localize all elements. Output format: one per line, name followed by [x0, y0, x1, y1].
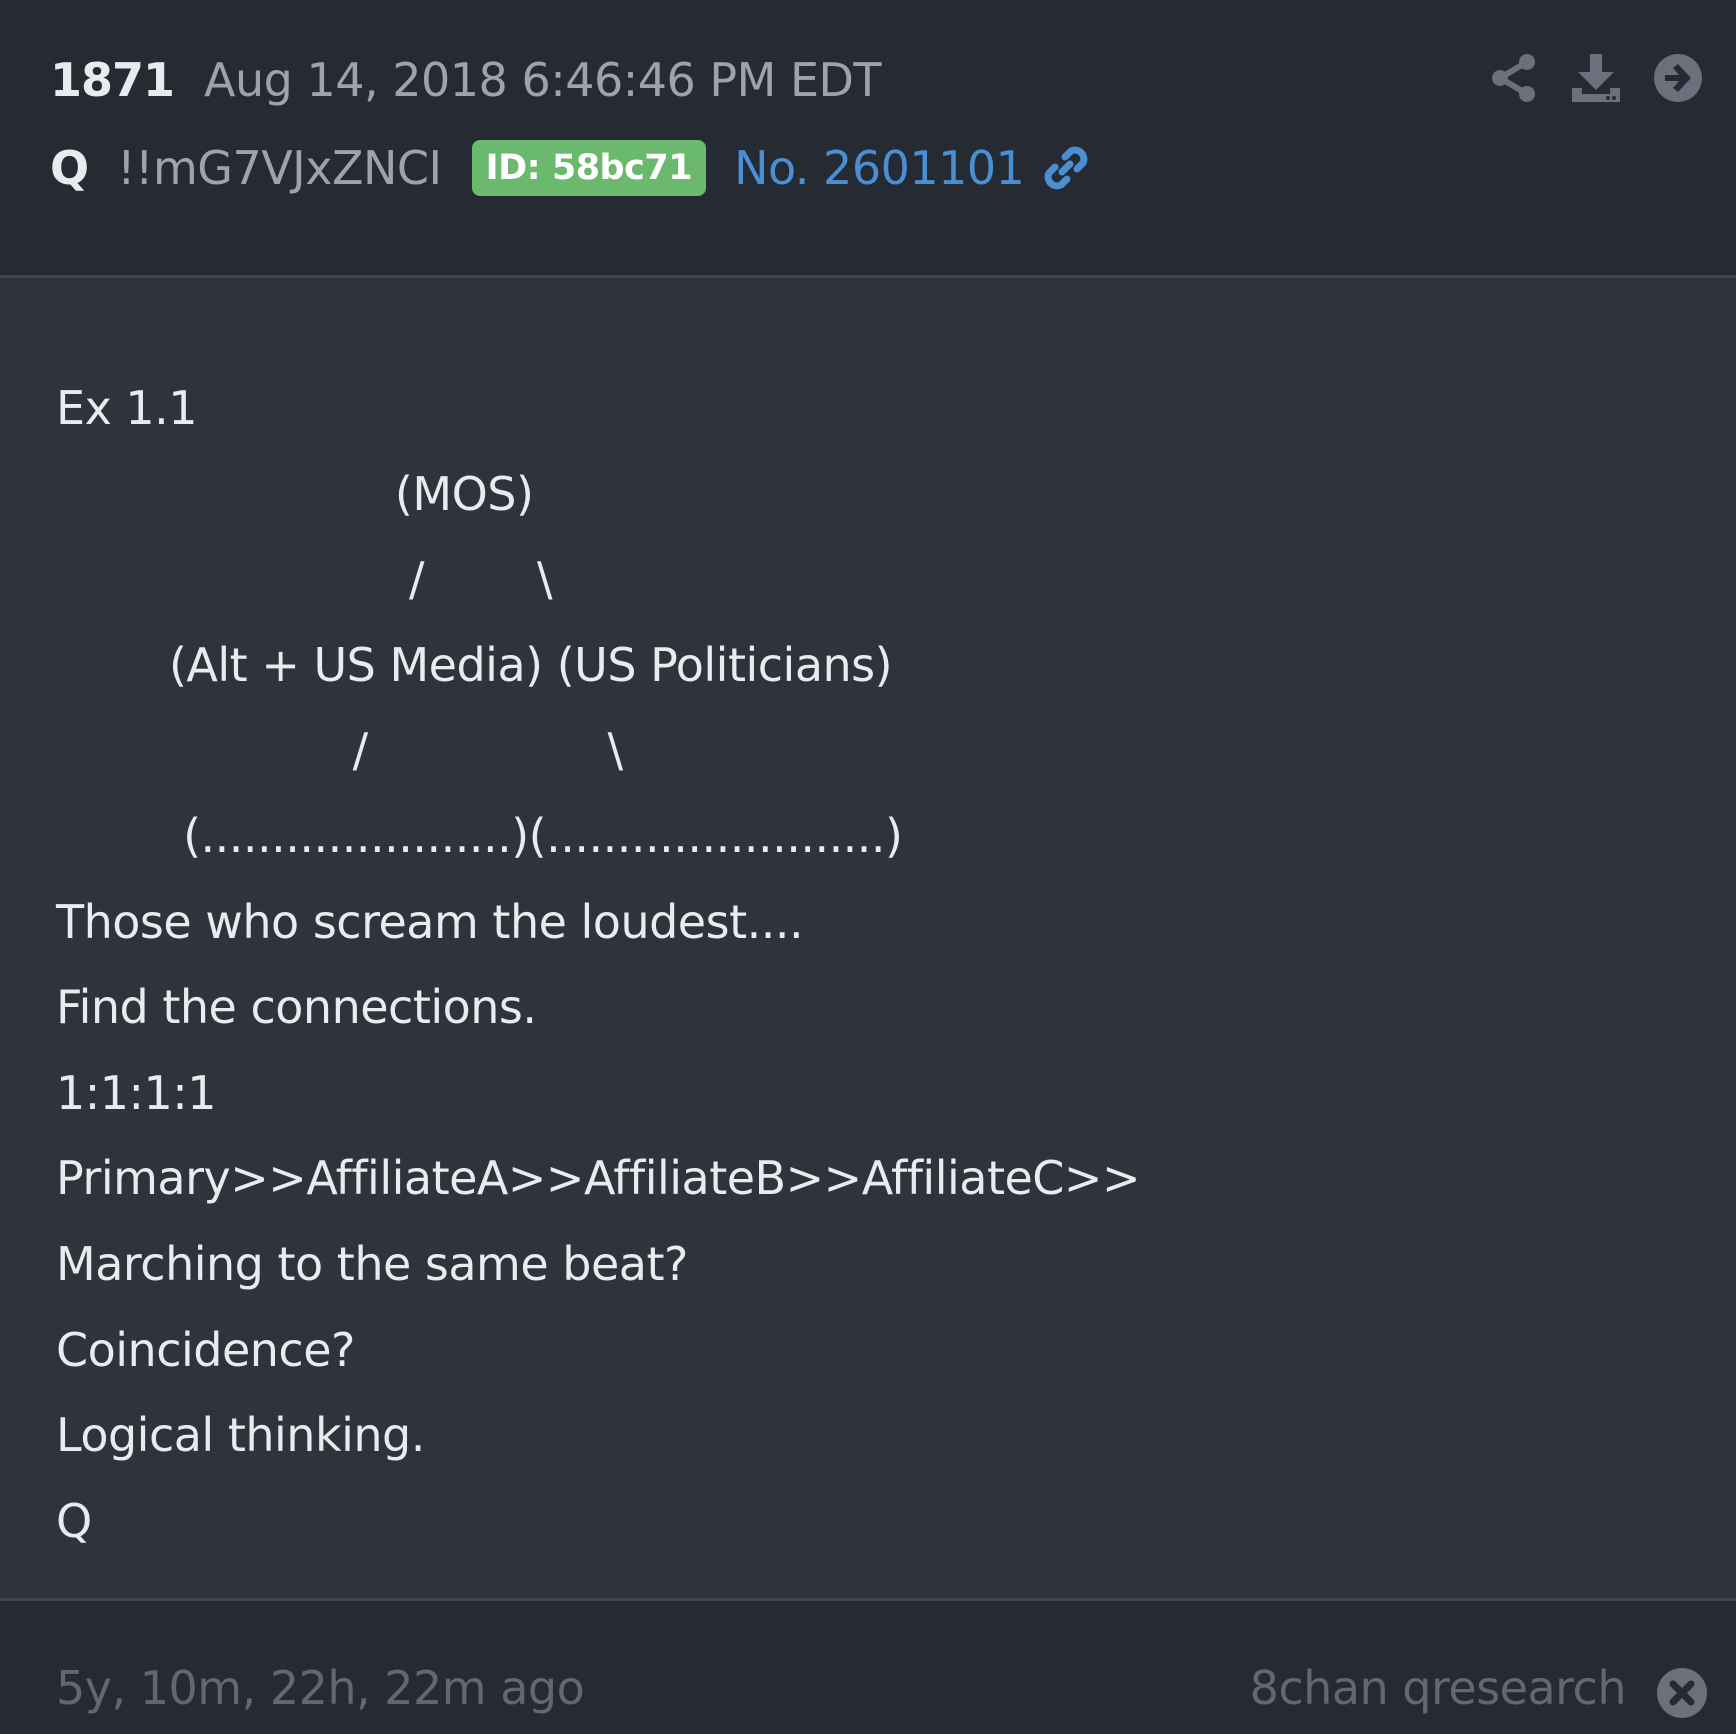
post-line: Ex 1.1: [56, 381, 198, 435]
post-author-row: Q !!mG7VJxZNCI ID: 58bc71 No. 2601101: [50, 135, 1092, 201]
tripcode: !!mG7VJxZNCI: [117, 141, 442, 195]
post-footer: 5y, 10m, 22h, 22m ago 8chan qresearch: [0, 1598, 1736, 1734]
download-icon[interactable]: [1568, 50, 1624, 106]
post-line: Marching to the same beat?: [56, 1236, 688, 1291]
arrow-right-circle-icon[interactable]: [1650, 50, 1706, 106]
author-name: Q: [50, 141, 90, 195]
post-line: (Alt + US Media) (US Politicians): [56, 637, 893, 692]
source-label: 8chan qresearch: [1249, 1661, 1627, 1715]
time-ago: 5y, 10m, 22h, 22m ago: [56, 1661, 585, 1715]
close-icon[interactable]: [1656, 1667, 1708, 1719]
post-body: Ex 1.1 (MOS) / \ (Alt + US Media) (US Po…: [56, 366, 1676, 1564]
post-line: (MOS): [56, 466, 534, 521]
post-line: Those who scream the loudest....: [56, 894, 804, 949]
post-line: Q: [56, 1493, 92, 1548]
share-icon[interactable]: [1486, 50, 1542, 106]
id-badge: ID: 58bc71: [471, 140, 707, 196]
post-link-label: No. 2601101: [734, 141, 1025, 195]
post-actions: [1486, 50, 1706, 106]
post-line: Primary>>AffiliateA>>AffiliateB>>Affilia…: [56, 1151, 1141, 1206]
post-line: Find the connections.: [56, 980, 537, 1035]
post-line: / \: [56, 552, 553, 607]
link-icon: [1045, 146, 1088, 190]
post-line: Logical thinking.: [56, 1408, 425, 1463]
post-number: 1871: [50, 53, 175, 107]
post-meta-row: 1871 Aug 14, 2018 6:46:46 PM EDT: [50, 50, 882, 110]
post-header: 1871 Aug 14, 2018 6:46:46 PM EDT Q !!mG7…: [0, 0, 1736, 278]
post-line: (......................)(...............…: [56, 808, 903, 863]
post-line: / \: [56, 723, 624, 778]
post-number-link[interactable]: No. 2601101: [734, 141, 1092, 195]
post-line: 1:1:1:1: [56, 1065, 217, 1120]
post-card: 1871 Aug 14, 2018 6:46:46 PM EDT Q !!mG7…: [0, 0, 1736, 1734]
post-timestamp: Aug 14, 2018 6:46:46 PM EDT: [204, 53, 882, 107]
post-line: Coincidence?: [56, 1322, 355, 1377]
